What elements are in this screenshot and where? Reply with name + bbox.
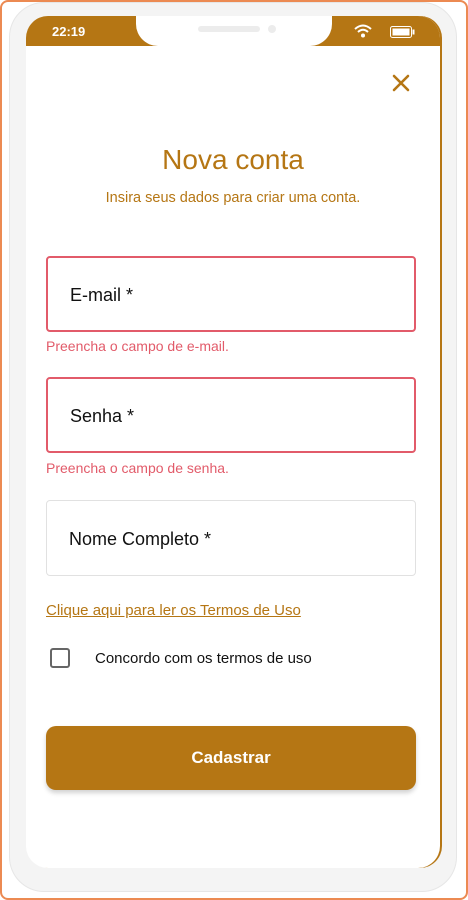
password-input[interactable] <box>68 379 392 453</box>
full-name-input[interactable] <box>67 501 391 577</box>
battery-icon <box>390 26 415 38</box>
register-button[interactable]: Cadastrar <box>46 726 416 790</box>
front-camera <box>268 25 276 33</box>
phone-screen: 22:19 Nova conta Insira seus dados para … <box>26 16 440 868</box>
speaker-grille <box>198 26 260 32</box>
close-icon[interactable] <box>388 70 414 96</box>
agree-terms-checkbox[interactable] <box>50 648 70 668</box>
terms-of-use-link[interactable]: Clique aqui para ler os Termos de Uso <box>46 602 301 619</box>
email-error-message: Preencha o campo de e-mail. <box>46 338 229 354</box>
email-field-box <box>46 256 416 332</box>
wifi-icon <box>354 24 372 38</box>
notch <box>136 16 332 46</box>
email-input[interactable] <box>68 258 392 332</box>
agree-terms-label: Concordo com os termos de uso <box>95 650 312 667</box>
password-field-box <box>46 377 416 453</box>
status-time: 22:19 <box>52 24 86 39</box>
password-error-message: Preencha o campo de senha. <box>46 460 229 476</box>
page-subtitle: Insira seus dados para criar uma conta. <box>105 190 361 206</box>
page-title: Nova conta <box>162 144 304 175</box>
full-name-field-box <box>46 500 416 577</box>
status-bar: 22:19 <box>26 16 440 46</box>
